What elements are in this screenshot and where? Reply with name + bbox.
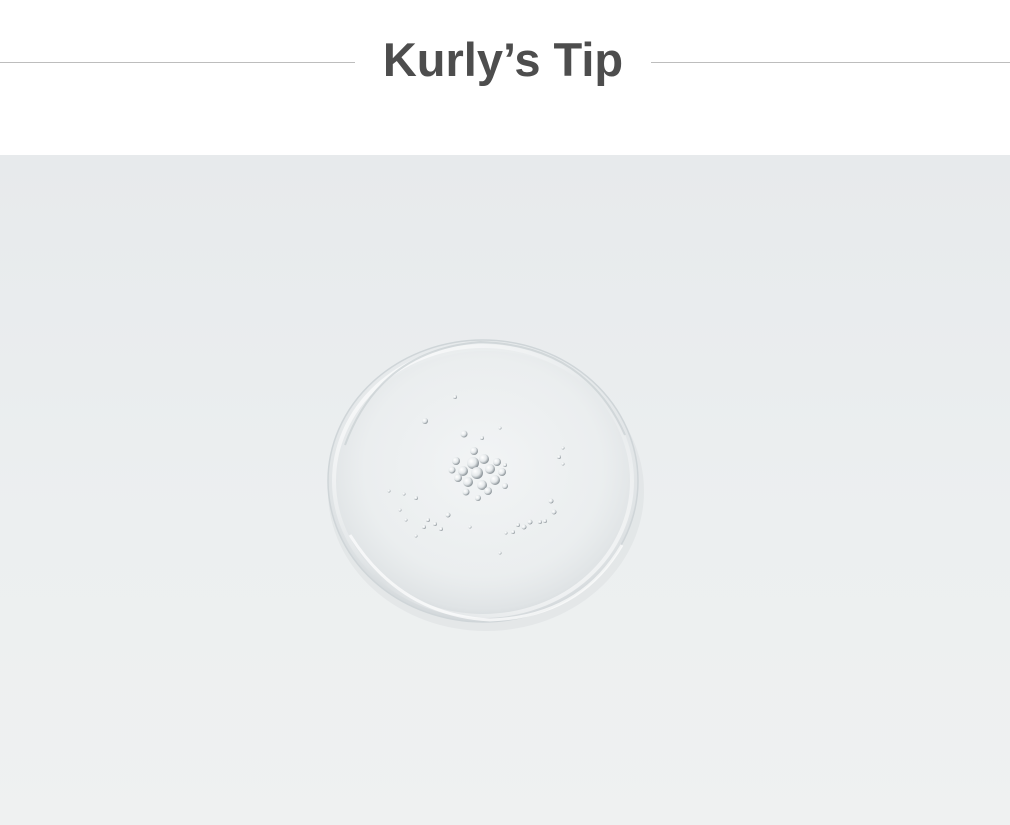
section-title: Kurly’s Tip <box>382 33 624 86</box>
tip-header: Kurly’s Tip <box>0 0 1010 155</box>
droplet-icon <box>327 339 644 631</box>
divider-right <box>651 62 1010 63</box>
product-detail-page: Kurly’s Tip <box>0 0 1010 825</box>
product-texture-photo <box>0 155 1010 825</box>
divider-left <box>0 62 355 63</box>
